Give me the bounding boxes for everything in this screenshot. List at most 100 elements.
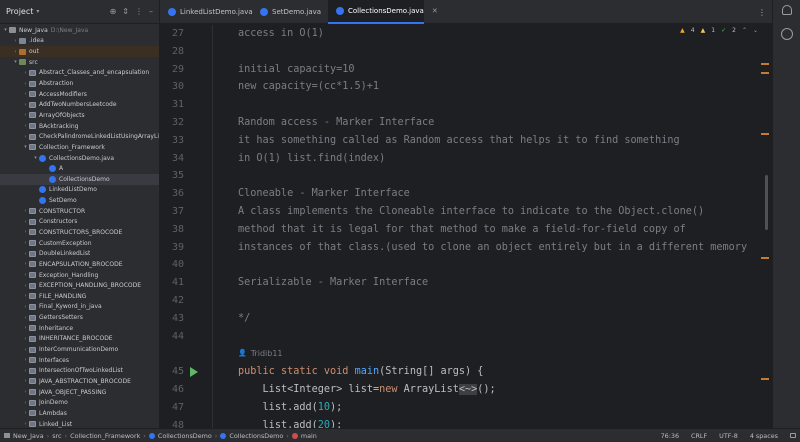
breadcrumb-method[interactable]: main <box>301 432 317 440</box>
tree-item[interactable]: › Linked_List <box>0 419 159 428</box>
chevron-right-icon[interactable]: › <box>22 208 29 214</box>
breadcrumb-package[interactable]: Collection_Framework <box>70 432 140 440</box>
tree-item[interactable]: ▾ CollectionsDemo.java <box>0 153 159 164</box>
tabs-more-button[interactable]: ⋮ <box>750 0 770 24</box>
tree-item[interactable]: › JAVA_ABSTRACTION_BROCODE <box>0 376 159 387</box>
tree-item[interactable]: › Inheritance <box>0 323 159 334</box>
tree-item[interactable]: CollectionsDemo <box>0 173 159 185</box>
tree-item[interactable]: › FILE_HANDLING <box>0 291 159 302</box>
tree-item[interactable]: › BAcktracking <box>0 121 159 132</box>
tree-item[interactable]: › Exception_Handling <box>0 270 159 281</box>
chevron-right-icon[interactable]: › <box>22 123 29 129</box>
tree-item[interactable]: › DoubleLinkedList <box>0 248 159 259</box>
chevron-right-icon[interactable]: › <box>22 283 29 289</box>
comment-line[interactable] <box>238 328 772 346</box>
chevron-right-icon[interactable]: › <box>22 378 29 384</box>
tree-item[interactable]: › Abstract_Classes_and_encapsulation <box>0 68 159 79</box>
comment-line[interactable] <box>238 96 772 114</box>
warning-marker[interactable] <box>761 63 769 65</box>
comment-line[interactable]: it has something called as Random access… <box>238 132 772 150</box>
chevron-right-icon[interactable]: › <box>22 336 29 342</box>
tree-item[interactable]: › CustomException <box>0 238 159 249</box>
comment-line[interactable] <box>238 167 772 185</box>
warning-marker[interactable] <box>761 133 769 135</box>
file-encoding[interactable]: UTF-8 <box>719 432 738 440</box>
tab-linkedlistdemo[interactable]: LinkedListDemo.java <box>160 0 253 24</box>
breadcrumb-src[interactable]: src <box>52 432 61 440</box>
tree-item[interactable]: › CONSTRUCTOR <box>0 206 159 217</box>
comment-line[interactable] <box>238 292 772 310</box>
options-icon[interactable]: ⋮ <box>135 7 143 16</box>
collapse-icon[interactable]: ⇕ <box>122 7 129 16</box>
comment-line[interactable] <box>238 256 772 274</box>
code-vision-author[interactable]: 👤 Tridib11 <box>238 345 772 363</box>
tree-item[interactable]: › .idea <box>0 36 159 47</box>
comment-line[interactable] <box>238 43 772 61</box>
tree-item[interactable]: A <box>0 163 159 174</box>
tree-item[interactable]: › INHERITANCE_BROCODE <box>0 334 159 345</box>
chevron-right-icon[interactable]: › <box>22 421 29 427</box>
tree-item[interactable]: › JAVA_OBJECT_PASSING <box>0 387 159 398</box>
chevron-right-icon[interactable]: › <box>22 389 29 395</box>
warning-marker[interactable] <box>761 378 769 380</box>
code-line-add[interactable]: list.add(20); <box>238 417 772 428</box>
comment-line[interactable]: instances of that class.(used to clone a… <box>238 239 772 257</box>
tree-item[interactable]: › IntersectionOfTwoLinkedList <box>0 366 159 377</box>
chevron-right-icon[interactable]: › <box>22 240 29 246</box>
error-stripe[interactable] <box>758 25 772 428</box>
chevron-right-icon[interactable]: › <box>22 368 29 374</box>
line-separator[interactable]: CRLF <box>691 432 707 440</box>
chevron-right-icon[interactable]: › <box>22 325 29 331</box>
tree-item[interactable]: › ArrayOfObjects <box>0 110 159 121</box>
tree-item[interactable]: › EXCEPTION_HANDLING_BROCODE <box>0 280 159 291</box>
chevron-right-icon[interactable]: › <box>12 38 19 44</box>
tree-item[interactable]: › LAmbdas <box>0 408 159 419</box>
chevron-right-icon[interactable]: › <box>22 102 29 108</box>
chevron-right-icon[interactable]: › <box>22 134 29 140</box>
tab-collectionsdemo[interactable]: CollectionsDemo.java ✕ <box>328 0 438 24</box>
comment-line[interactable]: method that it is legal for that method … <box>238 221 772 239</box>
tree-item[interactable]: › ENCAPSULATION_BROCODE <box>0 259 159 270</box>
comment-line[interactable]: A class implements the Cloneable interfa… <box>238 203 772 221</box>
tree-item[interactable]: › CONSTRUCTORS_BROCODE <box>0 227 159 238</box>
lock-icon[interactable] <box>790 433 796 438</box>
chevron-right-icon[interactable]: › <box>22 347 29 353</box>
chevron-right-icon[interactable]: › <box>22 261 29 267</box>
chevron-right-icon[interactable]: › <box>22 357 29 363</box>
chevron-right-icon[interactable]: › <box>22 229 29 235</box>
chevron-right-icon[interactable]: › <box>22 315 29 321</box>
tree-item[interactable]: SetDemo <box>0 195 159 206</box>
tree-item[interactable]: ▾ src <box>0 57 159 68</box>
chevron-down-icon[interactable]: ▾ <box>32 155 39 161</box>
tree-item[interactable]: › AddTwoNumbersLeetcode <box>0 99 159 110</box>
chevron-right-icon[interactable]: › <box>22 81 29 87</box>
locate-icon[interactable]: ⊕ <box>110 7 117 16</box>
tree-item[interactable]: › Interfaces <box>0 355 159 366</box>
indent-setting[interactable]: 4 spaces <box>750 432 778 440</box>
code-line-list[interactable]: List<Integer> list=new ArrayList<~>(); <box>238 381 772 399</box>
comment-line[interactable]: */ <box>238 310 772 328</box>
comment-line[interactable]: Cloneable - Marker Interface <box>238 185 772 203</box>
inspection-widget[interactable]: ▲ 4 ▲ 1 ✓ 2 ⌃ ⌄ <box>680 27 758 34</box>
code-line-add[interactable]: list.add(10); <box>238 399 772 417</box>
close-icon[interactable]: ✕ <box>432 7 438 15</box>
chevron-right-icon[interactable]: › <box>22 272 29 278</box>
chevron-right-icon[interactable]: › <box>12 49 19 55</box>
ai-assistant-icon[interactable] <box>781 28 793 40</box>
code-line-main[interactable]: public static void main(String[] args) { <box>238 363 772 381</box>
breadcrumb-file[interactable]: CollectionsDemo <box>158 432 212 440</box>
tree-item[interactable]: › Abstraction <box>0 78 159 89</box>
chevron-right-icon[interactable]: › <box>22 219 29 225</box>
tree-item[interactable]: › JoinDemo <box>0 397 159 408</box>
tab-setdemo[interactable]: SetDemo.java <box>252 0 328 24</box>
chevron-right-icon[interactable]: › <box>22 251 29 257</box>
comment-line[interactable]: Random access - Marker Interface <box>238 114 772 132</box>
code-area[interactable]: access in O(1) initial capacity=10 new cap… <box>238 25 772 428</box>
tree-item[interactable]: › AccessModifiers <box>0 89 159 100</box>
comment-line[interactable]: Serializable - Marker Interface <box>238 274 772 292</box>
caret-position[interactable]: 76:36 <box>661 432 679 440</box>
comment-line[interactable]: new capacity=(cc*1.5)+1 <box>238 78 772 96</box>
chevron-right-icon[interactable]: › <box>22 304 29 310</box>
chevron-down-icon[interactable]: ▾ <box>12 59 19 65</box>
warning-marker[interactable] <box>761 72 769 74</box>
